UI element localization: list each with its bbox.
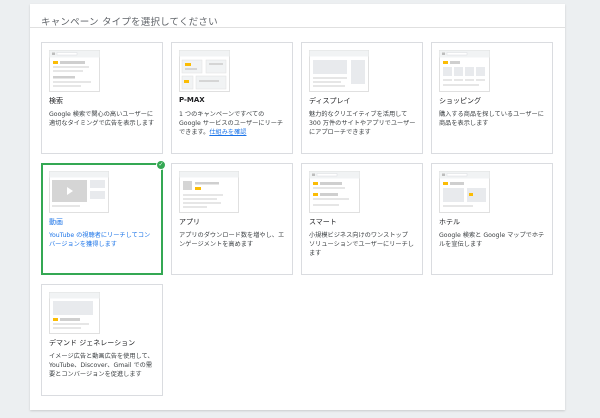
card-description: Google 検索で関心の高いユーザーに適切なタイミングで広告を表示します <box>49 111 155 128</box>
card-shopping[interactable]: ショッピング 購入する商品を探しているユーザーに商品を表示します <box>431 42 553 154</box>
demand-gen-illustration <box>49 292 100 334</box>
pmax-illustration <box>179 50 230 92</box>
card-search[interactable]: 検索 Google 検索で関心の高いユーザーに適切なタイミングで広告を表示します <box>41 42 163 154</box>
card-title: アプリ <box>179 218 200 226</box>
shopping-illustration <box>439 50 490 92</box>
card-description: アプリのダウンロード数を増やし、エンゲージメントを高めます <box>179 232 285 249</box>
video-illustration <box>49 171 109 213</box>
display-illustration <box>309 50 369 92</box>
card-title: ショッピング <box>439 97 481 105</box>
panel-header: キャンペーン タイプを選択してください <box>30 4 565 28</box>
card-title: ディスプレイ <box>309 97 351 105</box>
card-smart[interactable]: スマート 小規模ビジネス向けのワンストップ ソリューションでユーザーにリーチしま… <box>301 163 423 275</box>
card-video[interactable]: ✓ 動画 YouTube の視聴者にリーチしてコンバージョンを獲得します <box>41 160 166 275</box>
card-app[interactable]: アプリ アプリのダウンロード数を増やし、エンゲージメントを高めます <box>171 163 293 275</box>
card-hotel[interactable]: ホテル Google 検索と Google マップでホテルを宣伝します <box>431 163 553 275</box>
card-description: 1 つのキャンペーンですべての Google サービスのユーザーにリーチできます… <box>179 110 286 138</box>
card-title: ホテル <box>439 218 460 226</box>
app-illustration <box>179 171 239 213</box>
card-description: 小規模ビジネス向けのワンストップ ソリューションでユーザーにリーチします <box>309 232 414 258</box>
smart-illustration <box>309 171 360 213</box>
page-title: キャンペーン タイプを選択してください <box>41 17 218 28</box>
card-description: 魅力的なクリエイティブを活用して 300 万件のサイトやアプリでユーザーにアプロ… <box>309 111 416 137</box>
campaign-type-panel: キャンペーン タイプを選択してください 検索 Google 検索で関心の高いユー… <box>30 4 565 410</box>
card-title: 検索 <box>49 97 63 105</box>
card-demand-gen[interactable]: デマンド ジェネレーション イメージ広告と動画広告を使用して、YouTube、D… <box>41 284 163 396</box>
card-description: Google 検索と Google マップでホテルを宣伝します <box>439 232 545 249</box>
card-pmax[interactable]: P-MAX 1 つのキャンペーンですべての Google サービスのユーザーにリ… <box>171 42 293 154</box>
card-title: デマンド ジェネレーション <box>49 339 136 347</box>
search-illustration <box>49 50 100 92</box>
card-description: YouTube の視聴者にリーチしてコンバージョンを獲得します <box>49 232 151 249</box>
hotel-illustration <box>439 171 490 213</box>
selected-check-icon: ✓ <box>156 160 166 170</box>
card-title: P-MAX <box>179 96 205 104</box>
card-description: イメージ広告と動画広告を使用して、YouTube、Discover、Gmail … <box>49 353 154 379</box>
card-title: 動画 <box>49 218 63 226</box>
card-description: 購入する商品を探しているユーザーに商品を表示します <box>439 111 544 128</box>
card-display[interactable]: ディスプレイ 魅力的なクリエイティブを活用して 300 万件のサイトやアプリでユ… <box>301 42 423 154</box>
card-title: スマート <box>309 218 337 226</box>
learn-how-link[interactable]: 仕組みを確認 <box>209 129 246 136</box>
